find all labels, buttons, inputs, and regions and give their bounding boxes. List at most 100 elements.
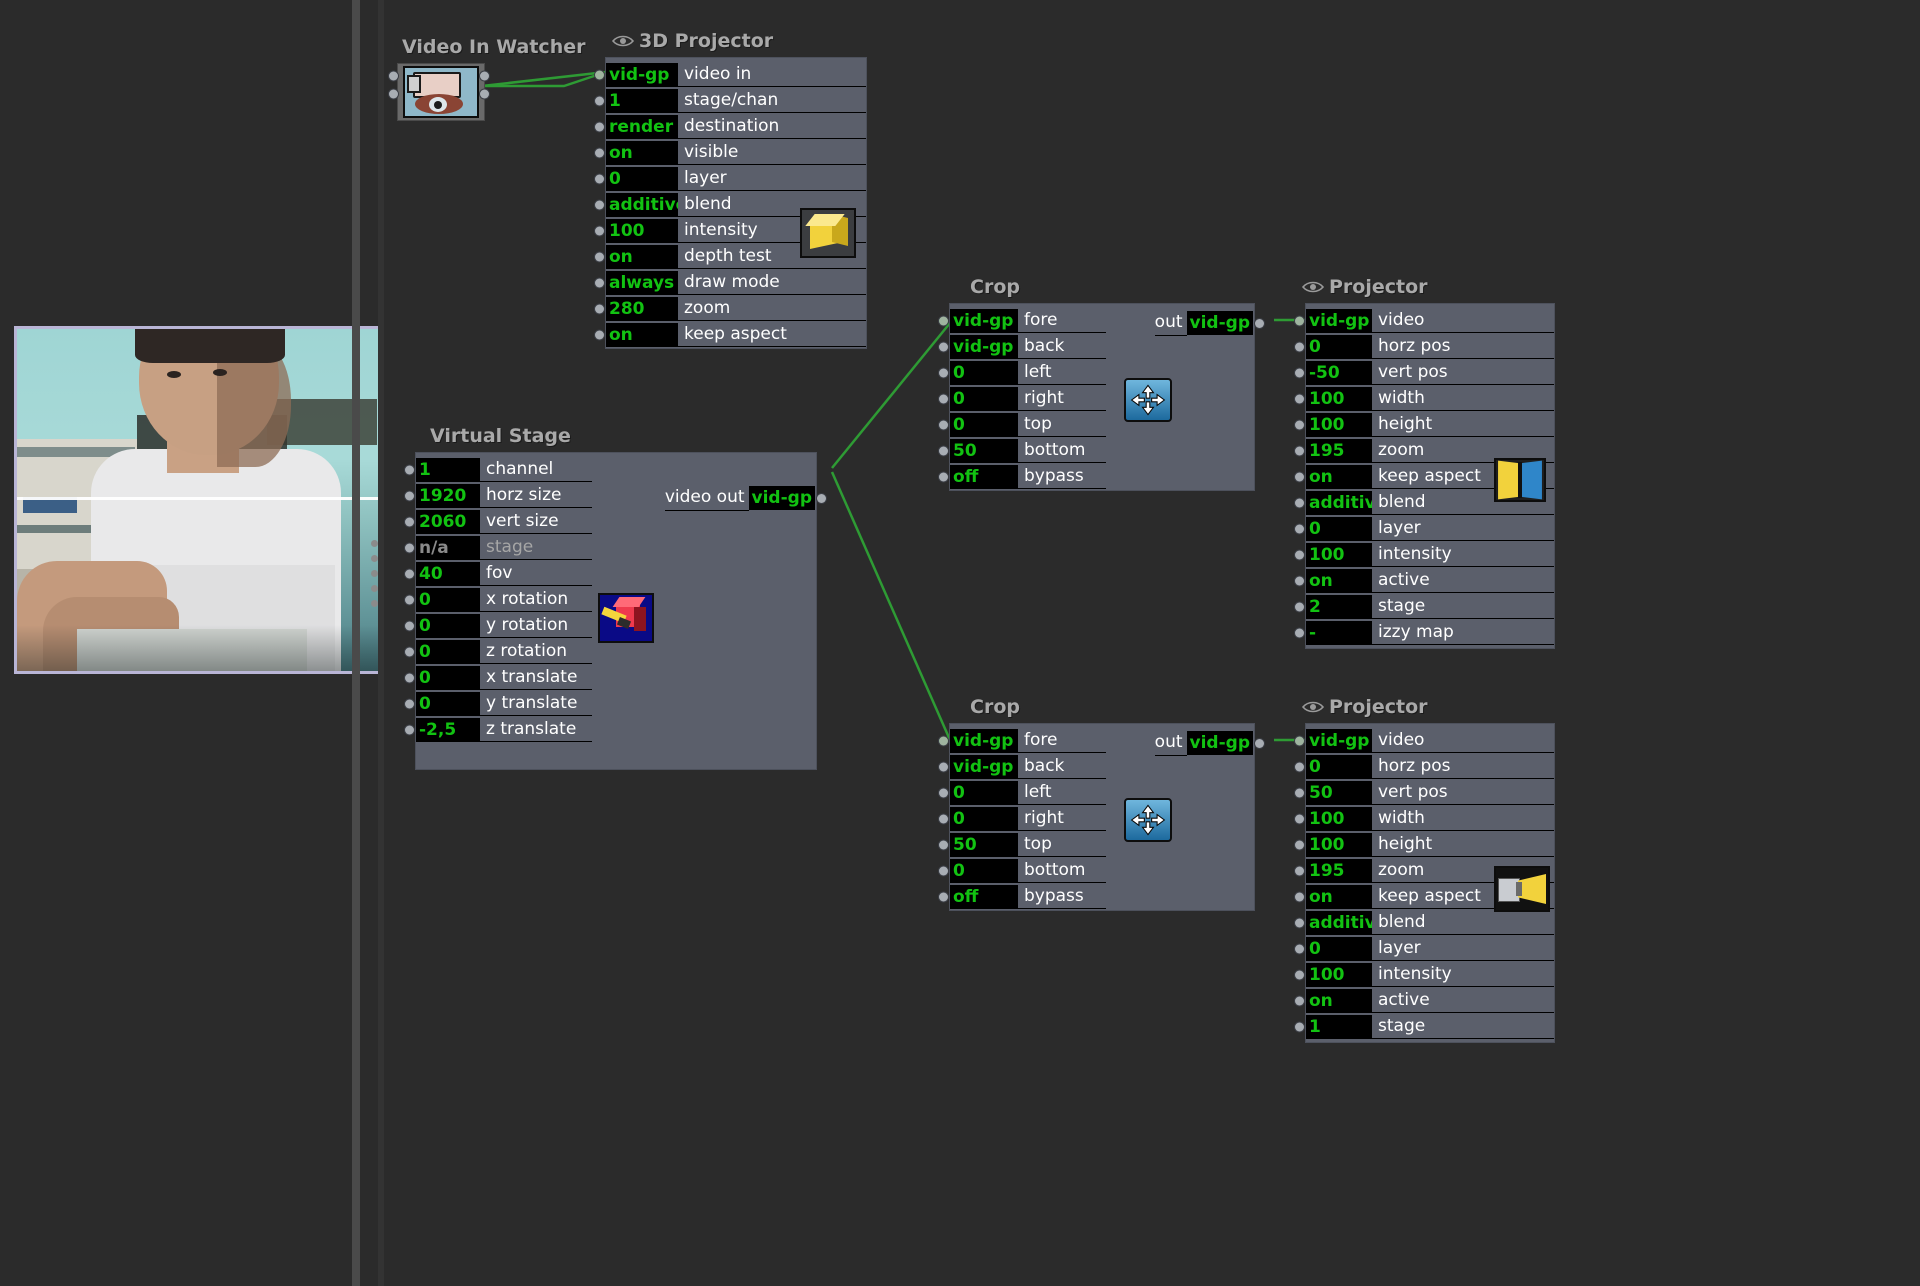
- param-port[interactable]: [1295, 576, 1304, 586]
- param-value[interactable]: 100: [1306, 963, 1372, 987]
- param-row[interactable]: 50 top: [939, 832, 1254, 858]
- param-value[interactable]: on: [606, 245, 678, 269]
- param-value[interactable]: 195: [1306, 859, 1372, 883]
- param-port[interactable]: [595, 278, 604, 288]
- param-row[interactable]: 0 layer: [1295, 936, 1554, 962]
- eye-icon[interactable]: [1302, 280, 1324, 294]
- param-port[interactable]: [595, 122, 604, 132]
- param-row[interactable]: 0 bottom: [939, 858, 1254, 884]
- param-row[interactable]: 0 left: [939, 780, 1254, 806]
- param-port[interactable]: [1295, 420, 1304, 430]
- param-row[interactable]: vid-gp back: [939, 754, 1254, 780]
- param-port[interactable]: [1295, 944, 1304, 954]
- param-port[interactable]: [1295, 394, 1304, 404]
- param-row[interactable]: 0 right: [939, 386, 1254, 412]
- eye-icon[interactable]: [1302, 700, 1324, 714]
- param-row[interactable]: 0y translate: [405, 691, 816, 717]
- param-port[interactable]: [939, 420, 948, 430]
- param-port[interactable]: [939, 342, 948, 352]
- param-value[interactable]: 0: [606, 167, 678, 191]
- param-port[interactable]: [1295, 524, 1304, 534]
- param-value[interactable]: 1: [416, 458, 480, 482]
- param-port[interactable]: [405, 491, 414, 501]
- param-value[interactable]: on: [1306, 885, 1372, 909]
- param-row[interactable]: - izzy map: [1295, 620, 1554, 646]
- param-port[interactable]: [939, 892, 948, 902]
- param-value[interactable]: n/a: [416, 536, 480, 560]
- param-value[interactable]: 1: [1306, 1015, 1372, 1039]
- param-port[interactable]: [1295, 814, 1304, 824]
- output-value[interactable]: vid-gp: [748, 486, 815, 510]
- param-port[interactable]: [939, 394, 948, 404]
- param-row[interactable]: 100 height: [1295, 412, 1554, 438]
- param-value[interactable]: vid-gp: [606, 63, 678, 87]
- param-value[interactable]: 100: [1306, 807, 1372, 831]
- param-value[interactable]: 0: [1306, 755, 1372, 779]
- param-port[interactable]: [405, 621, 414, 631]
- param-value[interactable]: vid-gp: [1306, 309, 1372, 333]
- param-port[interactable]: [405, 543, 414, 553]
- param-port[interactable]: [939, 788, 948, 798]
- param-row[interactable]: 0 right: [939, 806, 1254, 832]
- param-value[interactable]: on: [606, 141, 678, 165]
- param-row[interactable]: 0 horz pos: [1295, 754, 1554, 780]
- param-value[interactable]: vid-gp: [950, 335, 1018, 359]
- param-port[interactable]: [595, 226, 604, 236]
- param-port[interactable]: [405, 647, 414, 657]
- param-value[interactable]: on: [606, 323, 678, 347]
- param-port[interactable]: [1295, 970, 1304, 980]
- param-port[interactable]: [405, 517, 414, 527]
- param-row[interactable]: -50 vert pos: [1295, 360, 1554, 386]
- param-port[interactable]: [1295, 762, 1304, 772]
- param-value[interactable]: 2: [1306, 595, 1372, 619]
- param-port[interactable]: [405, 465, 414, 475]
- param-row[interactable]: 1 stage: [1295, 1014, 1554, 1040]
- param-value[interactable]: 100: [1306, 413, 1372, 437]
- param-port[interactable]: [595, 200, 604, 210]
- param-value[interactable]: 280: [606, 297, 678, 321]
- param-port[interactable]: [1295, 498, 1304, 508]
- param-value[interactable]: always: [606, 271, 678, 295]
- param-value[interactable]: 0: [950, 781, 1018, 805]
- param-value[interactable]: 0: [416, 666, 480, 690]
- param-port[interactable]: [1295, 550, 1304, 560]
- param-row[interactable]: 0 layer: [1295, 516, 1554, 542]
- param-value[interactable]: 100: [1306, 543, 1372, 567]
- param-value[interactable]: 100: [1306, 387, 1372, 411]
- param-value[interactable]: off: [950, 465, 1018, 489]
- param-port[interactable]: [595, 96, 604, 106]
- param-value[interactable]: vid-gp: [950, 309, 1018, 333]
- param-row[interactable]: vid-gp video: [1295, 308, 1554, 334]
- param-row[interactable]: vid-gp back: [939, 334, 1254, 360]
- param-value[interactable]: vid-gp: [950, 755, 1018, 779]
- param-port[interactable]: [1295, 788, 1304, 798]
- param-port[interactable]: [1295, 368, 1304, 378]
- param-row[interactable]: vid-gp video: [1295, 728, 1554, 754]
- scroll-rail-outer[interactable]: [352, 0, 360, 1286]
- param-value[interactable]: render: [606, 115, 678, 139]
- param-port[interactable]: [939, 762, 948, 772]
- param-value[interactable]: off: [950, 885, 1018, 909]
- param-row[interactable]: 0 left: [939, 360, 1254, 386]
- node-body[interactable]: vid-gp fore vid-gp back 0 left 0 right 50 top…: [939, 724, 1264, 910]
- param-port[interactable]: [1295, 316, 1304, 326]
- output-port[interactable]: [480, 89, 489, 99]
- param-port[interactable]: [1295, 736, 1304, 746]
- param-value[interactable]: -2,5: [416, 718, 480, 742]
- param-row[interactable]: 2060 vert size: [405, 509, 816, 535]
- output-row[interactable]: out vid-gp: [1154, 730, 1264, 756]
- param-row[interactable]: 1 channel: [405, 457, 816, 483]
- param-port[interactable]: [1295, 1022, 1304, 1032]
- output-value[interactable]: vid-gp: [1186, 731, 1253, 755]
- param-value[interactable]: additive: [606, 193, 678, 217]
- param-port[interactable]: [939, 866, 948, 876]
- param-row[interactable]: 1 stage/chan: [595, 88, 866, 114]
- param-port[interactable]: [1295, 840, 1304, 850]
- param-value[interactable]: on: [1306, 569, 1372, 593]
- param-row[interactable]: 100 height: [1295, 832, 1554, 858]
- param-value[interactable]: -50: [1306, 361, 1372, 385]
- param-port[interactable]: [1295, 342, 1304, 352]
- param-row[interactable]: 50 vert pos: [1295, 780, 1554, 806]
- patch-canvas[interactable]: Video In Watcher 3D Projector vid-gp vid…: [384, 0, 1920, 1286]
- param-value[interactable]: 50: [1306, 781, 1372, 805]
